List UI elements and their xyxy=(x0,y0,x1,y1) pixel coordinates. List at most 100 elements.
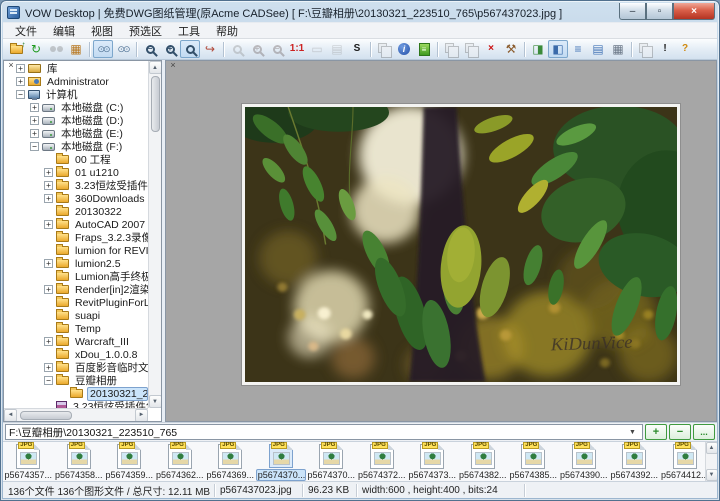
zoom-out-button[interactable]: − xyxy=(140,40,160,58)
tree-expander-icon[interactable]: + xyxy=(30,116,39,125)
tree-expander-icon[interactable]: + xyxy=(16,64,25,73)
tree-expander-icon[interactable]: + xyxy=(44,181,53,190)
thumbnail-scrollbar[interactable]: ▲ ▼ xyxy=(705,442,717,481)
fit-window-button[interactable]: ▭ xyxy=(307,40,327,58)
scroll-left-icon[interactable]: ◄ xyxy=(4,409,17,422)
menu-item[interactable]: 文件 xyxy=(7,22,45,40)
zoom-in-button[interactable]: + xyxy=(160,40,180,58)
thumbnail-item[interactable]: JPGp5674372... xyxy=(357,442,408,481)
path-dropdown-icon[interactable]: ▼ xyxy=(626,425,639,439)
copy-button[interactable] xyxy=(441,40,461,58)
scroll-down-icon[interactable]: ▼ xyxy=(149,395,162,408)
tree-item[interactable]: 3.23恒炫受插件包 xyxy=(16,400,148,408)
tree-item[interactable]: +Render[in]2渲染插 xyxy=(16,283,148,296)
tree-panel-close-icon[interactable]: × xyxy=(6,61,16,71)
up-level-button[interactable]: ↑ xyxy=(6,40,26,58)
help-button[interactable]: ? xyxy=(675,40,695,58)
scroll-up-icon[interactable]: ▲ xyxy=(149,61,162,74)
tree-expander-icon[interactable]: − xyxy=(30,142,39,151)
sort-desc-button[interactable]: ◧ xyxy=(548,40,568,58)
thumbnail-item[interactable]: JPGp5674357... xyxy=(3,442,54,481)
search-button[interactable] xyxy=(46,40,66,58)
menu-item[interactable]: 编辑 xyxy=(45,22,83,40)
tree-item[interactable]: +360Downloads xyxy=(16,192,148,205)
compare-pair-button[interactable]: ⊙⊙ xyxy=(113,40,133,58)
pan-button[interactable]: ↪ xyxy=(200,40,220,58)
columns-view-button[interactable]: ▦ xyxy=(608,40,628,58)
thumbnail-item[interactable]: JPGp5674370... xyxy=(256,442,307,481)
scroll-right-icon[interactable]: ► xyxy=(135,409,148,422)
tree-expander-icon[interactable]: + xyxy=(44,337,53,346)
tree-expander-icon[interactable]: + xyxy=(44,363,53,372)
tree-expander-icon[interactable]: + xyxy=(44,285,53,294)
tree-expander-icon[interactable]: − xyxy=(44,376,53,385)
favorites-button[interactable] xyxy=(635,40,655,58)
details-view-button[interactable]: ▤ xyxy=(588,40,608,58)
tree-expander-icon[interactable]: + xyxy=(30,129,39,138)
thumbnail-item[interactable]: JPGp5674359... xyxy=(104,442,155,481)
tree-item[interactable]: RevitPluginForLu xyxy=(16,296,148,309)
menu-item[interactable]: 预选区 xyxy=(121,22,170,40)
thumbnail-item[interactable]: JPGp5674369... xyxy=(205,442,256,481)
tree-item[interactable]: lumion for REVIT xyxy=(16,244,148,257)
menu-item[interactable]: 工具 xyxy=(170,22,208,40)
list-view-button[interactable]: ≡ xyxy=(568,40,588,58)
about-button[interactable]: ! xyxy=(655,40,675,58)
tree-item[interactable]: 00 工程 xyxy=(16,153,148,166)
slideshow-button[interactable]: S xyxy=(347,40,367,58)
zoom-previous-button[interactable] xyxy=(227,40,247,58)
path-field[interactable]: F:\豆瓣相册\20130321_223510_765 ▼ xyxy=(5,424,643,440)
tree-item[interactable]: +Warcraft_III xyxy=(16,335,148,348)
actual-size-button[interactable]: 1:1 xyxy=(287,40,307,58)
tree-expander-icon[interactable]: + xyxy=(44,220,53,229)
tree-item[interactable]: suapi xyxy=(16,309,148,322)
thumbnail-view-button[interactable]: ▦ xyxy=(66,40,86,58)
tree-item[interactable]: +Administrator xyxy=(16,75,148,88)
tree-expander-icon[interactable]: − xyxy=(16,90,25,99)
title-bar[interactable]: VOW Desktop | 免费DWG图纸管理(原Acme CADSee) [ … xyxy=(1,1,719,22)
tree-hscroll-thumb[interactable] xyxy=(20,411,72,420)
tree-horizontal-scrollbar[interactable]: ◄ ► xyxy=(4,408,148,421)
tree-item[interactable]: Fraps_3.2.3录像软 xyxy=(16,231,148,244)
tree-item[interactable]: +3.23恒炫受插件包 xyxy=(16,179,148,192)
thumbnail-item[interactable]: JPGp5674412... xyxy=(660,442,711,481)
tree-item[interactable]: −豆瓣相册 xyxy=(16,374,148,387)
remove-path-button[interactable]: − xyxy=(669,424,691,440)
tree-item[interactable]: 20130322 xyxy=(16,205,148,218)
browse-path-button[interactable]: ... xyxy=(693,424,715,440)
zoom-in-red-button[interactable]: + xyxy=(247,40,267,58)
move-button[interactable] xyxy=(461,40,481,58)
thumbnail-item[interactable]: JPGp5674358... xyxy=(54,442,105,481)
open-with-button[interactable] xyxy=(374,40,394,58)
thumbnail-item[interactable]: JPGp5674382... xyxy=(458,442,509,481)
thumbnail-item[interactable]: JPGp5674390... xyxy=(559,442,610,481)
tools-button[interactable]: ⚒ xyxy=(501,40,521,58)
tree-vertical-scrollbar[interactable]: ▲ ▼ xyxy=(148,61,161,408)
thumb-scroll-down-icon[interactable]: ▼ xyxy=(706,469,718,481)
thumbnail-item[interactable]: JPGp5674385... xyxy=(508,442,559,481)
maximize-button[interactable]: ▫ xyxy=(646,3,673,20)
file-list-button[interactable]: ≡ xyxy=(414,40,434,58)
tree-expander-icon[interactable]: + xyxy=(44,259,53,268)
tree-expander-icon[interactable]: + xyxy=(30,103,39,112)
tree-expander-icon[interactable]: + xyxy=(44,168,53,177)
info-button[interactable]: i xyxy=(394,40,414,58)
preview-pane-close-icon[interactable]: × xyxy=(168,61,178,71)
thumbnail-item[interactable]: JPGp5674373... xyxy=(407,442,458,481)
delete-button[interactable]: × xyxy=(481,40,501,58)
thumbnail-item[interactable]: JPGp5674362... xyxy=(155,442,206,481)
zoom-out-red-button[interactable]: − xyxy=(267,40,287,58)
preview-pair-button[interactable]: ⊙⊙ xyxy=(93,40,113,58)
tree-item[interactable]: Temp xyxy=(16,322,148,335)
add-path-button[interactable]: + xyxy=(645,424,667,440)
refresh-button[interactable]: ↻ xyxy=(26,40,46,58)
minimize-button[interactable]: – xyxy=(619,3,646,20)
zoom-window-button[interactable] xyxy=(180,40,200,58)
thumbnail-item[interactable]: JPGp5674370... xyxy=(306,442,357,481)
print-button[interactable]: ▤ xyxy=(327,40,347,58)
tree-vscroll-thumb[interactable] xyxy=(151,76,160,132)
close-button[interactable]: × xyxy=(673,3,715,20)
menu-item[interactable]: 帮助 xyxy=(208,22,246,40)
sort-asc-button[interactable]: ◨ xyxy=(528,40,548,58)
menu-item[interactable]: 视图 xyxy=(83,22,121,40)
